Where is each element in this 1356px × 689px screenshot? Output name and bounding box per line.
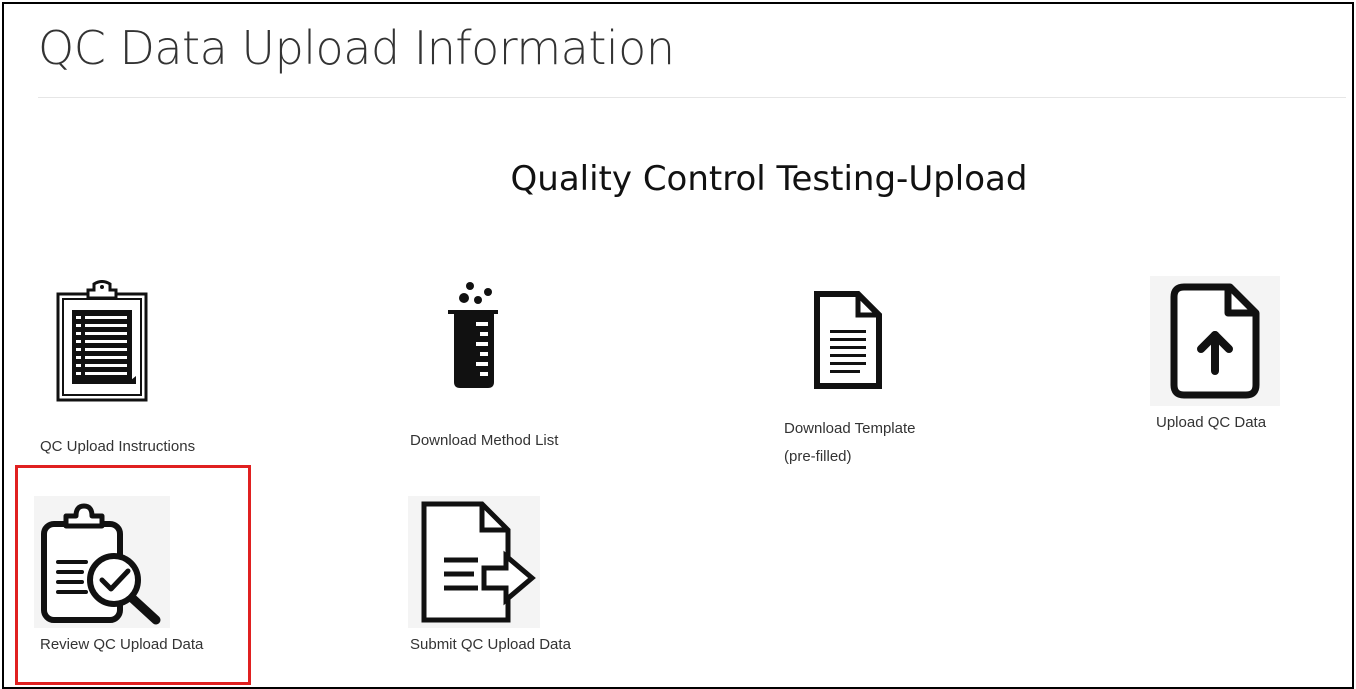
submit-icon-background[interactable]: [408, 496, 540, 628]
tile-label[interactable]: Download Method List: [410, 430, 558, 452]
tile-label[interactable]: QC Upload Instructions: [40, 436, 195, 458]
selection-highlight: [15, 465, 251, 685]
title-divider: [38, 97, 1346, 98]
document-lines-icon[interactable]: [812, 290, 884, 390]
section-subtitle: Quality Control Testing-Upload: [510, 159, 1028, 199]
page-title: QC Data Upload Information: [38, 21, 675, 75]
tile-submit-qc-upload-data[interactable]: Submit QC Upload Data: [404, 496, 624, 676]
tile-download-method-list[interactable]: Download Method List: [404, 276, 624, 466]
beaker-icon[interactable]: [440, 278, 510, 394]
tile-upload-qc-data[interactable]: Upload QC Data: [1150, 276, 1330, 456]
page-frame: QC Data Upload Information Quality Contr…: [2, 2, 1354, 689]
file-upload-icon[interactable]: [1170, 281, 1262, 401]
tile-label-line2[interactable]: (pre-filled): [784, 446, 852, 468]
tile-label[interactable]: Submit QC Upload Data: [410, 634, 571, 656]
tile-label-line1[interactable]: Download Template: [784, 418, 915, 440]
tile-label[interactable]: Upload QC Data: [1156, 412, 1266, 434]
file-upload-icon-background[interactable]: [1150, 276, 1280, 406]
tile-download-template[interactable]: Download Template (pre-filled): [778, 276, 998, 476]
document-arrow-right-icon[interactable]: [418, 500, 540, 624]
clipboard-list-icon[interactable]: [54, 280, 150, 404]
tile-qc-upload-instructions[interactable]: QC Upload Instructions: [34, 276, 254, 466]
